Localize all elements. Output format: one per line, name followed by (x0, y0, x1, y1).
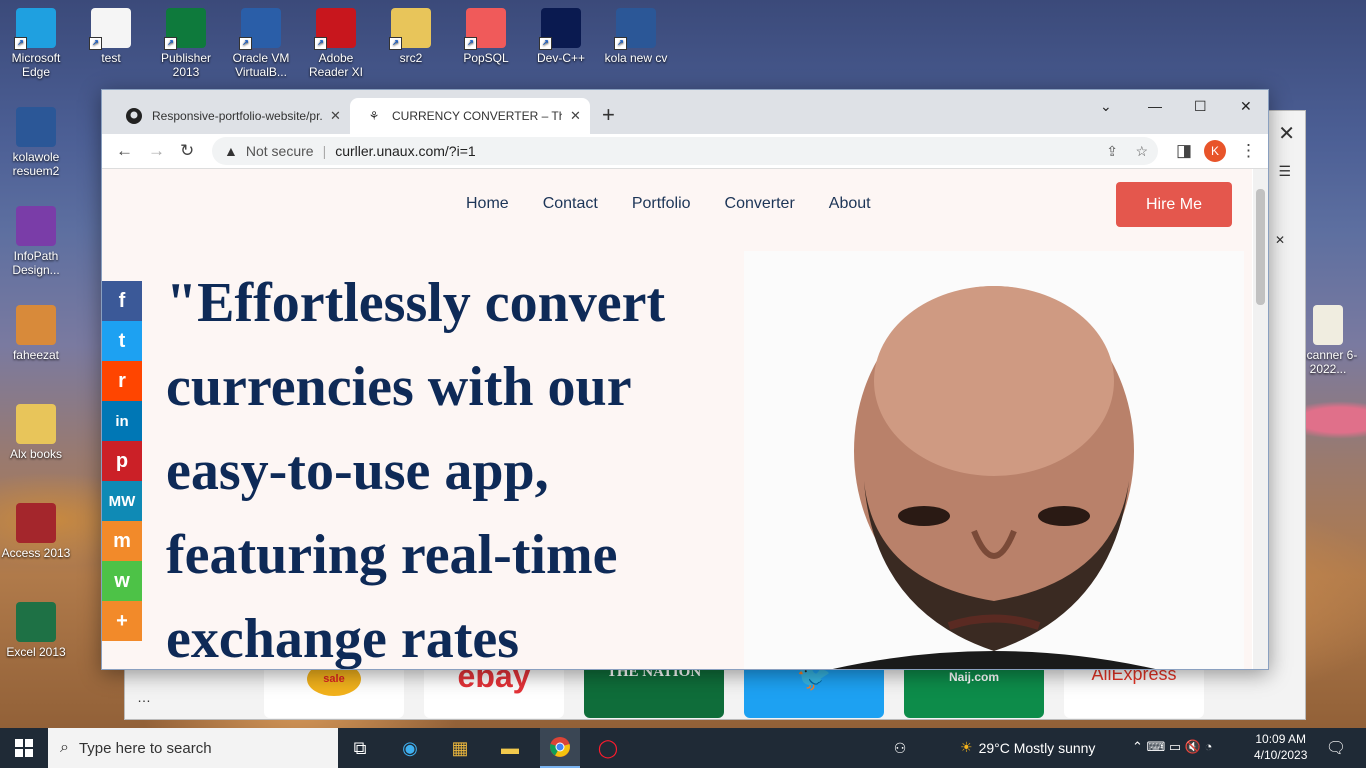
desktop-icon-left-4[interactable]: Access 2013 (0, 503, 72, 560)
chrome-icon[interactable] (540, 728, 580, 768)
nav-home[interactable]: Home (466, 195, 509, 213)
share-icon[interactable]: ⇪ (1106, 143, 1118, 160)
tab-strip: Responsive-portfolio-website/pr... ✕ ⚘ C… (102, 90, 1268, 134)
people-icon[interactable]: ⚇ (886, 734, 914, 762)
edge-icon[interactable]: ◉ (396, 734, 424, 762)
desktop-icon-left-3[interactable]: Alx books (0, 404, 72, 461)
windows-start-icon[interactable] (10, 734, 38, 762)
side-panel-icon[interactable]: ◨ (1176, 141, 1192, 161)
reddit-share-icon[interactable]: r (102, 361, 142, 401)
scanner-icon (1313, 305, 1343, 345)
warning-icon: ▲ (224, 143, 238, 159)
publisher-icon: ↗ (164, 8, 206, 50)
task-view-icon[interactable]: ⧉ (346, 734, 374, 762)
web-page: Home Contact Portfolio Converter About H… (102, 169, 1252, 669)
tray-icons[interactable]: ⌃ ⌨ ▭ 🔇 ◔ (1132, 739, 1212, 755)
image-icon (16, 305, 56, 345)
github-icon (126, 108, 142, 124)
desktop-icon-left-5[interactable]: Excel 2013 (0, 602, 72, 659)
tab-currency-converter[interactable]: ⚘ CURRENCY CONVERTER – This A... ✕ (350, 98, 590, 134)
minimize-button[interactable]: — (1148, 98, 1162, 114)
weather-widget[interactable]: ☀ 29°C Mostly sunny (960, 739, 1095, 756)
notifications-icon[interactable]: 🗨 (1322, 734, 1350, 762)
store-icon[interactable]: ▦ (446, 734, 474, 762)
scrollbar-thumb[interactable] (1256, 189, 1265, 305)
desktop-icon-7[interactable]: ↗ Dev-C++ (525, 8, 597, 65)
clock[interactable]: 10:09 AM 4/10/2023 (1254, 731, 1307, 763)
browser-window[interactable]: Responsive-portfolio-website/pr... ✕ ⚘ C… (101, 89, 1269, 670)
infopath-icon (16, 206, 56, 246)
taskbar: ⌕ Type here to search ⧉ ◉ ▦ ▬ ◯ ⚇ ☀ 29°C… (0, 728, 1366, 768)
taskbar-search-box[interactable]: ⌕ Type here to search (48, 728, 338, 768)
opera-icon[interactable]: ◯ (594, 734, 622, 762)
desktop-icon-3[interactable]: ↗ Oracle VM VirtualB... (225, 8, 297, 79)
edge-icon: ↗ (14, 8, 56, 50)
desktop-icon-2[interactable]: ↗ Publisher 2013 (150, 8, 222, 79)
facebook-share-icon[interactable]: f (102, 281, 142, 321)
document-icon: ↗ (89, 8, 131, 50)
close-tab-icon[interactable]: ✕ (570, 108, 581, 124)
desktop-icon-8[interactable]: ↗ kola new cv (600, 8, 672, 65)
word-doc-icon (16, 107, 56, 147)
popsql-icon: ↗ (464, 8, 506, 50)
mix-share-icon[interactable]: m (102, 521, 142, 561)
desktop-icon-left-2[interactable]: faheezat (0, 305, 72, 362)
tab-github[interactable]: Responsive-portfolio-website/pr... ✕ (110, 98, 350, 134)
bookmark-star-icon[interactable]: ☆ (1135, 143, 1148, 160)
close-icon[interactable]: ✕ (1278, 121, 1295, 146)
more-icon[interactable]: … (137, 689, 151, 705)
desktop-icon-left-0[interactable]: kolawole resuem2 (0, 107, 72, 178)
address-bar[interactable]: ▲ Not secure | curller.unaux.com/?i=1 ⇪ … (212, 137, 1158, 165)
more-share-icon[interactable]: + (102, 601, 142, 641)
weather-icon: ☀ (960, 739, 973, 755)
page-scrollbar[interactable] (1253, 169, 1268, 669)
mewe-share-icon[interactable]: MW (102, 481, 142, 521)
virtualbox-icon: ↗ (239, 8, 281, 50)
access-icon (16, 503, 56, 543)
excel-icon (16, 602, 56, 642)
whatsapp-share-icon[interactable]: w (102, 561, 142, 601)
forward-icon[interactable]: → (148, 141, 165, 161)
devcpp-icon: ↗ (539, 8, 581, 50)
file-explorer-icon[interactable]: ▬ (496, 734, 524, 762)
folder-icon (16, 404, 56, 444)
close-icon[interactable]: ✕ (1275, 233, 1285, 247)
site-nav: Home Contact Portfolio Converter About (466, 195, 871, 213)
hire-me-button[interactable]: Hire Me (1116, 182, 1232, 227)
tab-search-icon[interactable]: ⌄ (1100, 98, 1112, 115)
pinterest-share-icon[interactable]: p (102, 441, 142, 481)
linkedin-share-icon[interactable]: in (102, 401, 142, 441)
nav-converter[interactable]: Converter (725, 195, 795, 213)
page-favicon-icon: ⚘ (368, 109, 380, 123)
nav-portfolio[interactable]: Portfolio (632, 195, 691, 213)
reload-icon[interactable]: ↻ (180, 141, 194, 161)
folder-icon: ↗ (389, 8, 431, 50)
browser-toolbar: ← → ↻ ▲ Not secure | curller.unaux.com/?… (102, 134, 1268, 169)
close-window-button[interactable]: ✕ (1240, 98, 1252, 115)
menu-icon[interactable]: ⋮ (1240, 141, 1257, 161)
nav-contact[interactable]: Contact (543, 195, 598, 213)
new-tab-button[interactable]: + (602, 102, 615, 128)
search-icon: ⌕ (60, 739, 69, 756)
settings-icon[interactable]: ☰ (1278, 163, 1291, 180)
desktop-icon-0[interactable]: ↗ Microsoft Edge (0, 8, 72, 79)
close-tab-icon[interactable]: ✕ (330, 108, 341, 124)
desktop-icon-5[interactable]: ↗ src2 (375, 8, 447, 65)
desktop-icon-1[interactable]: ↗ test (75, 8, 147, 65)
nav-about[interactable]: About (829, 195, 871, 213)
maximize-button[interactable]: ☐ (1194, 98, 1207, 115)
back-icon[interactable]: ← (116, 141, 133, 161)
desktop-icon-6[interactable]: ↗ PopSQL (450, 8, 522, 65)
word-doc-icon: ↗ (614, 8, 656, 50)
profile-avatar[interactable]: K (1204, 140, 1226, 162)
profile-photo (744, 251, 1244, 669)
hero-heading: "Effortlessly convert currencies with ou… (166, 272, 666, 669)
desktop-icon-4[interactable]: ↗ Adobe Reader XI (300, 8, 372, 79)
twitter-share-icon[interactable]: t (102, 321, 142, 361)
desktop-icon-left-1[interactable]: InfoPath Design... (0, 206, 72, 277)
adobe-icon: ↗ (314, 8, 356, 50)
desktop-icon-scanner[interactable]: Scanner 6-2022... (1298, 305, 1358, 376)
